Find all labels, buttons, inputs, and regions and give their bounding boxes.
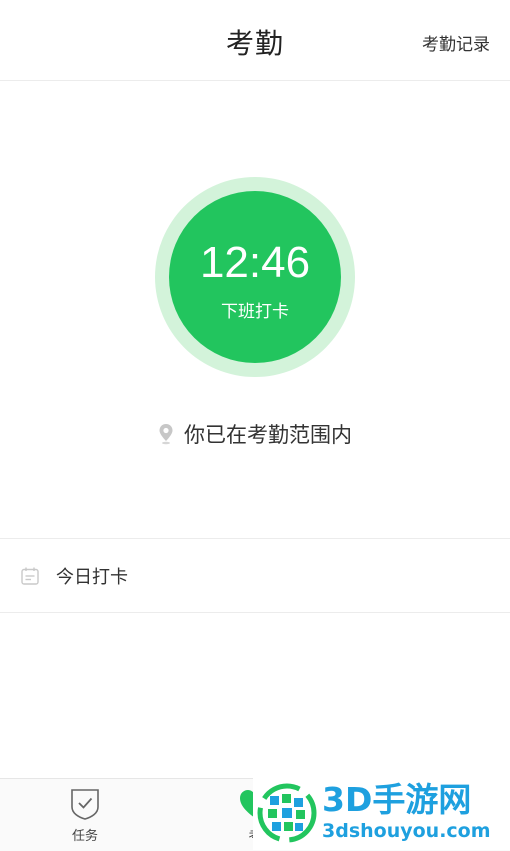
watermark: 3D手游网 3dshouyou.com xyxy=(253,775,510,850)
watermark-url: 3dshouyou.com xyxy=(322,820,491,842)
today-punch-row[interactable]: 今日打卡 xyxy=(0,539,510,612)
location-pin-icon xyxy=(159,424,173,445)
divider xyxy=(0,612,510,613)
shield-check-icon xyxy=(71,789,99,820)
calendar-icon xyxy=(21,567,39,585)
tab-task-label: 任务 xyxy=(71,829,98,844)
clock-in-button-ring[interactable]: 12:46 下班打卡 xyxy=(155,177,355,377)
location-status: 你已在考勤范围内 xyxy=(0,419,510,449)
location-status-text: 你已在考勤范围内 xyxy=(184,423,352,447)
watermark-brand: 3D手游网 xyxy=(322,780,472,819)
attendance-record-link[interactable]: 考勤记录 xyxy=(422,30,490,55)
watermark-logo-icon xyxy=(257,783,317,842)
clock-out-label: 下班打卡 xyxy=(221,301,289,322)
today-punch-label: 今日打卡 xyxy=(56,566,128,588)
tab-task[interactable]: 任务 xyxy=(25,779,145,851)
clock-in-button[interactable]: 12:46 下班打卡 xyxy=(169,191,341,363)
top-bar: 考勤 考勤记录 xyxy=(0,0,510,81)
current-time: 12:46 xyxy=(199,237,311,287)
